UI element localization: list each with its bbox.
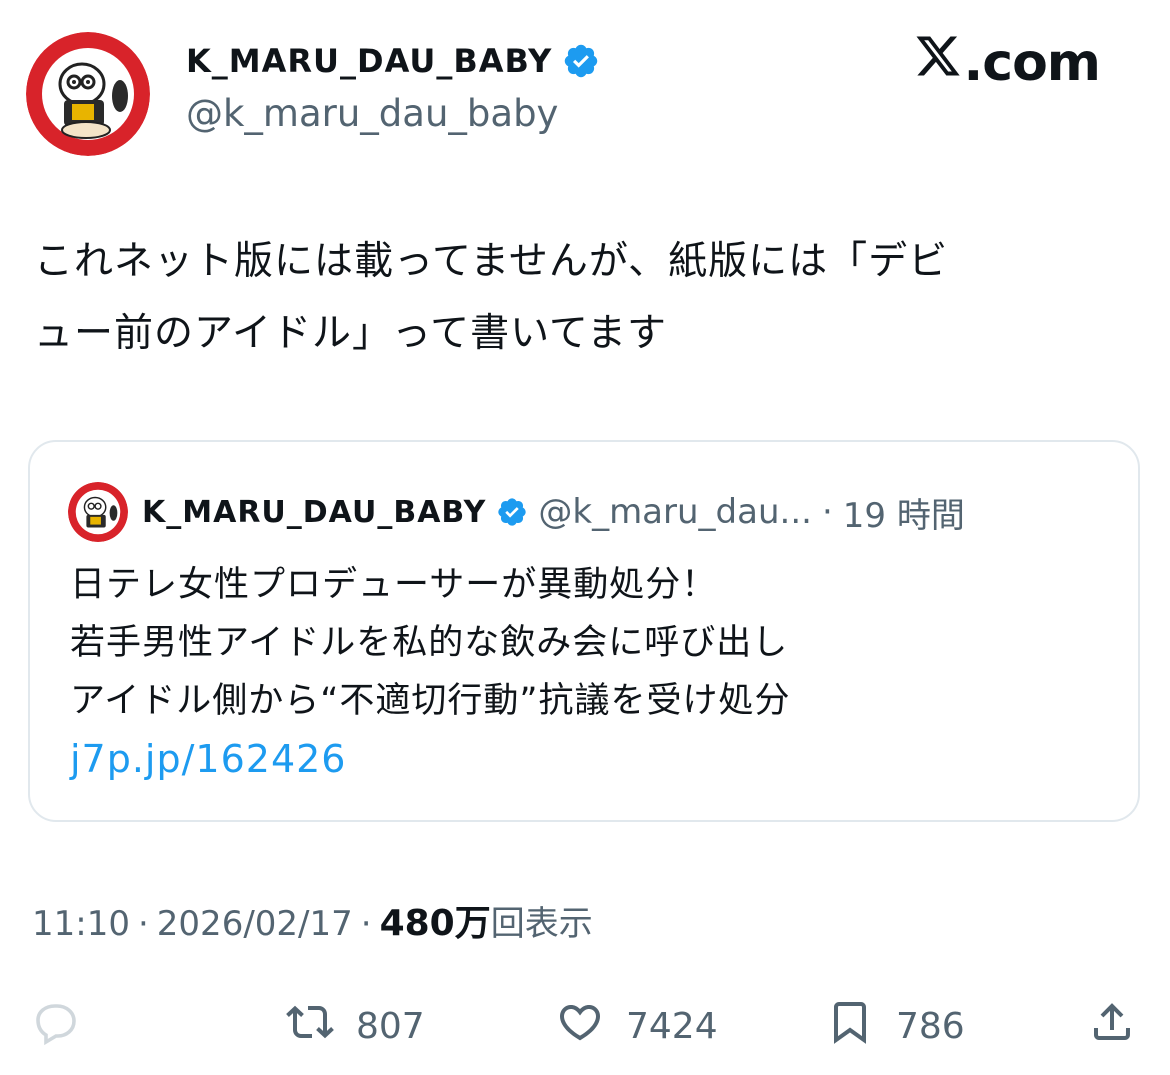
quote-header: K_MARU_DAU_BABY @k_maru_dau... · 19 時間 <box>68 482 1108 542</box>
separator-dot: · <box>137 904 149 944</box>
separator-dot: · <box>821 492 833 532</box>
quote-text-line: 若手男性アイドルを私的な飲み会に呼び出し <box>70 623 789 663</box>
like-count: 7424 <box>626 1006 718 1047</box>
verified-badge-icon <box>562 42 600 80</box>
action-bar: 807 7424 786 <box>0 990 1170 1060</box>
retweet-icon <box>286 998 334 1055</box>
retweet-count: 807 <box>356 1006 425 1047</box>
handle[interactable]: @k_maru_dau_baby <box>186 92 558 135</box>
tweet-text: これネット版には載ってませんが、紙版には「デビ ュー前のアイドル」って書いてます <box>34 226 1144 370</box>
quote-tweet-card[interactable]: K_MARU_DAU_BABY @k_maru_dau... · 19 時間 日… <box>28 440 1140 822</box>
quote-body: 日テレ女性プロデューサーが異動処分！ 若手男性アイドルを私的な飲み会に呼び出し … <box>70 556 1108 788</box>
x-logo-icon <box>914 32 964 93</box>
tweet-time[interactable]: 11:10 <box>32 904 130 944</box>
display-name[interactable]: K_MARU_DAU_BABY <box>186 42 600 80</box>
quote-handle[interactable]: @k_maru_dau... <box>538 492 812 532</box>
quote-text-line: 日テレ女性プロデューサーが異動処分！ <box>70 565 718 605</box>
brand-suffix: .com <box>963 32 1101 93</box>
reply-icon <box>32 998 80 1055</box>
separator-dot: · <box>360 904 372 944</box>
display-name-text[interactable]: K_MARU_DAU_BABY <box>186 42 552 80</box>
reply-button[interactable] <box>32 998 80 1055</box>
tweet-meta: 11:10 · 2026/02/17 · 480万 回表示 <box>32 894 593 946</box>
views-label: 回表示 <box>490 904 593 944</box>
like-button[interactable]: 7424 <box>556 998 718 1055</box>
tweet-text-line: これネット版には載ってませんが、紙版には「デビ <box>34 239 949 284</box>
bookmark-count: 786 <box>896 1006 965 1047</box>
verified-badge-icon <box>496 496 528 528</box>
bookmark-icon <box>826 998 874 1055</box>
quote-link[interactable]: j7p.jp/162426 <box>70 730 1108 788</box>
tweet-date[interactable]: 2026/02/17 <box>157 904 353 944</box>
tweet-text-line: ュー前のアイドル」って書いてます <box>34 311 667 356</box>
retweet-button[interactable]: 807 <box>286 998 425 1055</box>
bookmark-button[interactable]: 786 <box>826 998 965 1055</box>
quote-text-line: アイドル側から“不適切行動”抗議を受け処分 <box>70 681 791 721</box>
views-count: 480万 <box>379 903 491 944</box>
quote-timestamp[interactable]: 19 時間 <box>843 488 965 537</box>
like-icon <box>556 998 604 1055</box>
avatar[interactable] <box>26 32 150 156</box>
quote-display-name[interactable]: K_MARU_DAU_BABY <box>142 495 486 530</box>
share-icon <box>1088 998 1136 1055</box>
quote-avatar[interactable] <box>68 482 128 542</box>
share-button[interactable] <box>1088 998 1136 1055</box>
x-brand: .com <box>914 32 1101 93</box>
